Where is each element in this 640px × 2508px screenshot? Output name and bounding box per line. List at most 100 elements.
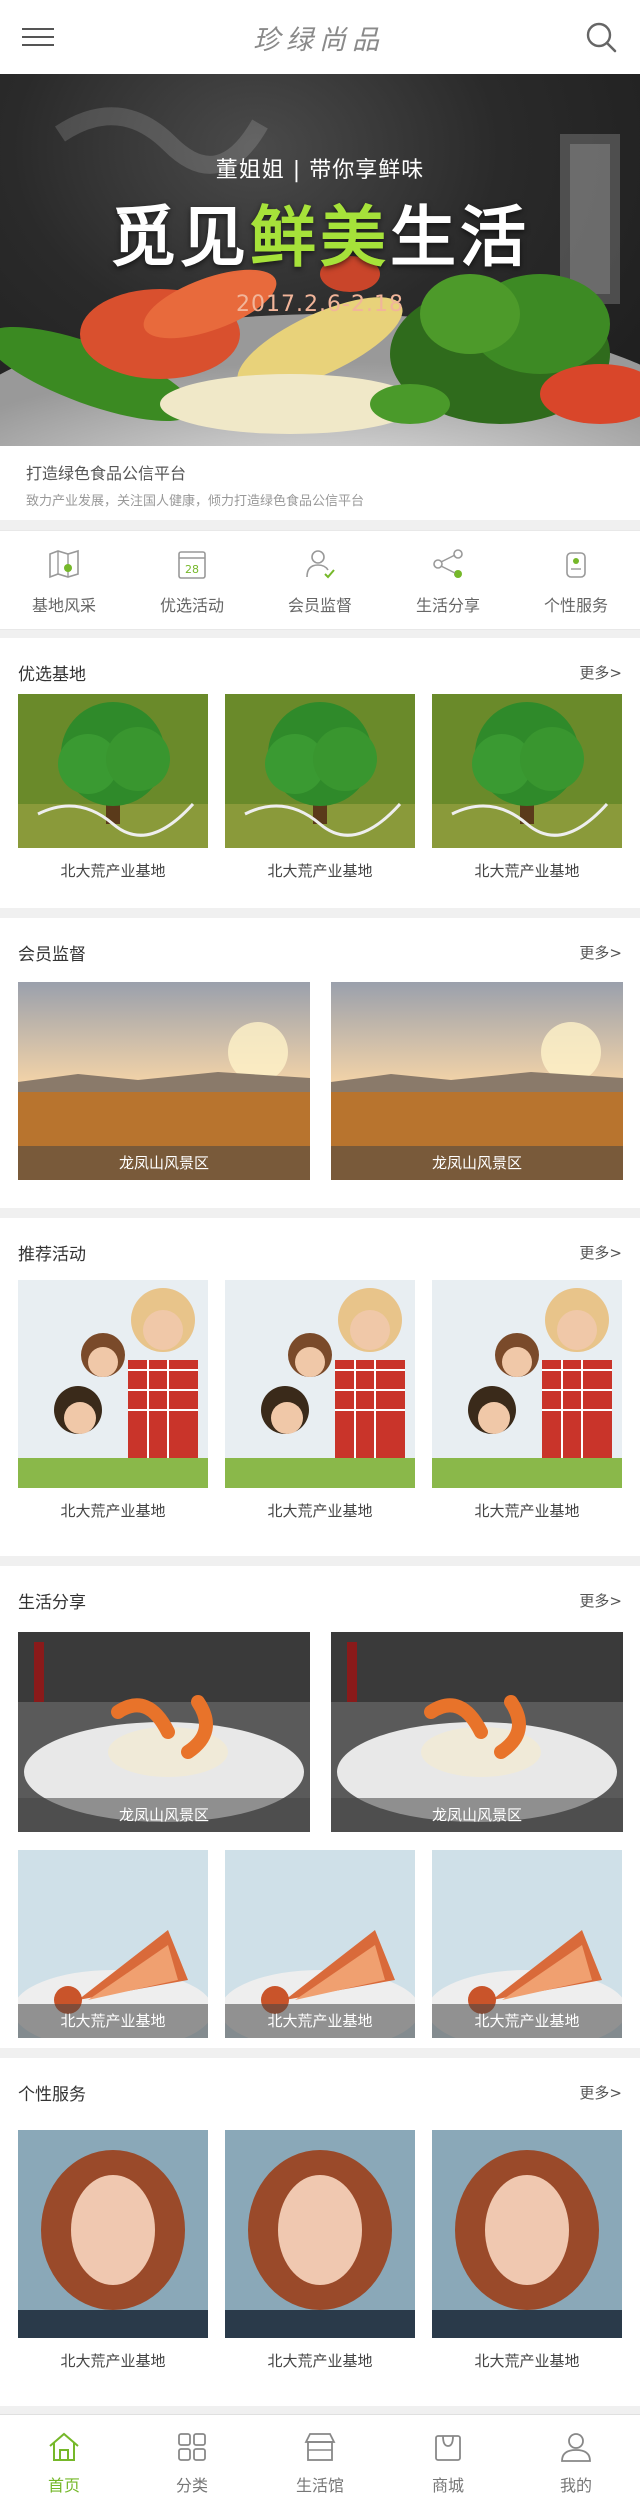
more-link[interactable]: 更多> xyxy=(579,1242,622,1263)
food-caption: 龙凤山风景区 xyxy=(331,1798,623,1832)
portrait-image xyxy=(432,2130,622,2338)
portrait-tile[interactable] xyxy=(225,2130,415,2338)
hero-banner[interactable]: 董姐姐 | 带你享鲜味 觅见鲜美生活 2017.2.6-2.18 xyxy=(0,74,640,446)
section-title: 会员监督 xyxy=(18,944,86,965)
food-tile-small[interactable]: 北大荒产业基地 xyxy=(432,1850,622,2038)
nav-item-members[interactable]: 会员监督 xyxy=(256,531,384,629)
activity-tile[interactable] xyxy=(432,1280,622,1488)
portrait-tile[interactable] xyxy=(432,2130,622,2338)
app-header: 珍绿尚品 xyxy=(0,0,640,74)
section-bases: 优选基地 更多> 北大荒产业基地 北大荒产业基地 北大荒产业基地 xyxy=(0,638,640,908)
scenery-caption: 龙凤山风景区 xyxy=(18,1146,310,1180)
portrait-caption: 北大荒产业基地 xyxy=(267,2352,373,2370)
tree-image xyxy=(432,694,622,848)
banner-subtitle: 董姐姐 | 带你享鲜味 xyxy=(215,158,425,183)
activity-tile[interactable] xyxy=(18,1280,208,1488)
nav-label: 优选活动 xyxy=(159,596,224,615)
nav-label: 基地风采 xyxy=(31,596,96,615)
portrait-tile[interactable] xyxy=(18,2130,208,2338)
food-tile[interactable]: 龙凤山风景区 xyxy=(331,1632,623,1832)
menu-icon[interactable] xyxy=(22,25,54,49)
tree-image xyxy=(18,694,208,848)
section-title: 推荐活动 xyxy=(18,1244,86,1265)
family-cooking-image xyxy=(225,1280,415,1488)
section-title: 个性服务 xyxy=(18,2084,86,2105)
nav-item-share[interactable]: 生活分享 xyxy=(384,531,512,629)
tab-label: 商城 xyxy=(431,2475,464,2495)
activity-caption: 北大荒产业基地 xyxy=(60,1502,166,1520)
slogan-desc: 致力产业发展，关注国人健康，倾力打造绿色食品公信平台 xyxy=(26,494,365,509)
user-icon xyxy=(561,2432,591,2462)
nav-label: 个性服务 xyxy=(543,596,608,615)
food-caption: 龙凤山风景区 xyxy=(18,1798,310,1832)
section-title: 生活分享 xyxy=(18,1592,86,1613)
base-caption: 北大荒产业基地 xyxy=(60,862,166,880)
activity-caption: 北大荒产业基地 xyxy=(267,1502,373,1520)
portrait-caption: 北大荒产业基地 xyxy=(60,2352,166,2370)
more-link[interactable]: 更多> xyxy=(579,2082,622,2103)
family-cooking-image xyxy=(18,1280,208,1488)
member-icon xyxy=(306,550,335,579)
banner-title-part1: 觅见 xyxy=(110,199,250,276)
more-link[interactable]: 更多> xyxy=(579,942,622,963)
bottom-tabbar: 首页 分类 生活馆 商城 我的 xyxy=(0,2414,640,2508)
base-tile[interactable] xyxy=(432,694,622,848)
nav-label: 生活分享 xyxy=(415,596,480,615)
banner-title: 觅见鲜美生活 xyxy=(0,184,640,280)
category-icon xyxy=(178,2432,206,2461)
food-tile-small[interactable]: 北大荒产业基地 xyxy=(225,1850,415,2038)
map-icon xyxy=(49,549,79,579)
portrait-caption: 北大荒产业基地 xyxy=(474,2352,580,2370)
tab-label: 生活馆 xyxy=(295,2475,344,2495)
nav-item-service[interactable]: 个性服务 xyxy=(512,531,640,629)
store-icon xyxy=(304,2432,336,2461)
activity-tile[interactable] xyxy=(225,1280,415,1488)
service-icon xyxy=(566,552,586,578)
nav-item-bases[interactable]: 基地风采 xyxy=(0,531,128,629)
app-logo: 珍绿尚品 xyxy=(253,24,385,56)
food-tile[interactable]: 龙凤山风景区 xyxy=(18,1632,310,1832)
tab-mall[interactable]: 商城 xyxy=(384,2415,512,2508)
tab-label: 首页 xyxy=(47,2475,80,2495)
nav-item-activities[interactable]: 28 优选活动 xyxy=(128,531,256,629)
tab-store[interactable]: 生活馆 xyxy=(256,2415,384,2508)
search-icon[interactable] xyxy=(584,20,618,54)
scenery-caption: 龙凤山风景区 xyxy=(331,1146,623,1180)
tab-mine[interactable]: 我的 xyxy=(512,2415,640,2508)
food-caption: 北大荒产业基地 xyxy=(432,2004,622,2038)
food-caption: 北大荒产业基地 xyxy=(18,2004,208,2038)
activity-caption: 北大荒产业基地 xyxy=(474,1502,580,1520)
base-tile[interactable] xyxy=(225,694,415,848)
slogan-main: 打造绿色食品公信平台 xyxy=(26,464,187,483)
svg-text:28: 28 xyxy=(185,563,199,576)
more-link[interactable]: 更多> xyxy=(579,1590,622,1611)
nav-label: 会员监督 xyxy=(287,596,352,615)
bag-icon xyxy=(435,2434,461,2461)
more-link[interactable]: 更多> xyxy=(579,662,622,683)
tab-label: 我的 xyxy=(559,2475,592,2495)
banner-date: 2017.2.6-2.18 xyxy=(236,292,404,317)
family-cooking-image xyxy=(432,1280,622,1488)
base-caption: 北大荒产业基地 xyxy=(267,862,373,880)
tab-label: 分类 xyxy=(175,2475,208,2495)
portrait-image xyxy=(225,2130,415,2338)
banner-title-part2: 生活 xyxy=(390,199,530,276)
section-title: 优选基地 xyxy=(18,664,86,685)
base-caption: 北大荒产业基地 xyxy=(474,862,580,880)
banner-title-highlight: 鲜美 xyxy=(250,199,390,276)
scenery-tile[interactable]: 龙凤山风景区 xyxy=(331,982,623,1180)
home-icon xyxy=(49,2432,79,2461)
section-members: 会员监督 更多> 龙凤山风景区 龙凤山风景区 xyxy=(0,918,640,1208)
scenery-tile[interactable]: 龙凤山风景区 xyxy=(18,982,310,1180)
food-tile-small[interactable]: 北大荒产业基地 xyxy=(18,1850,208,2038)
tab-category[interactable]: 分类 xyxy=(128,2415,256,2508)
quick-nav: 基地风采 28 优选活动 会员监督 生活分享 个性服务 xyxy=(0,530,640,630)
base-tile[interactable] xyxy=(18,694,208,848)
portrait-image xyxy=(18,2130,208,2338)
share-icon xyxy=(433,549,463,578)
section-service: 个性服务 更多> 北大荒产业基地 北大荒产业基地 北大荒产业基地 xyxy=(0,2058,640,2406)
food-caption: 北大荒产业基地 xyxy=(225,2004,415,2038)
section-life: 生活分享 更多> 龙凤山风景区 龙凤山风景区 北大荒产业基地 北大荒产业基地 北… xyxy=(0,1566,640,2048)
section-activities: 推荐活动 更多> 北大荒产业基地 北大荒产业基地 北大荒产业基地 xyxy=(0,1218,640,1556)
tab-home[interactable]: 首页 xyxy=(0,2415,128,2508)
